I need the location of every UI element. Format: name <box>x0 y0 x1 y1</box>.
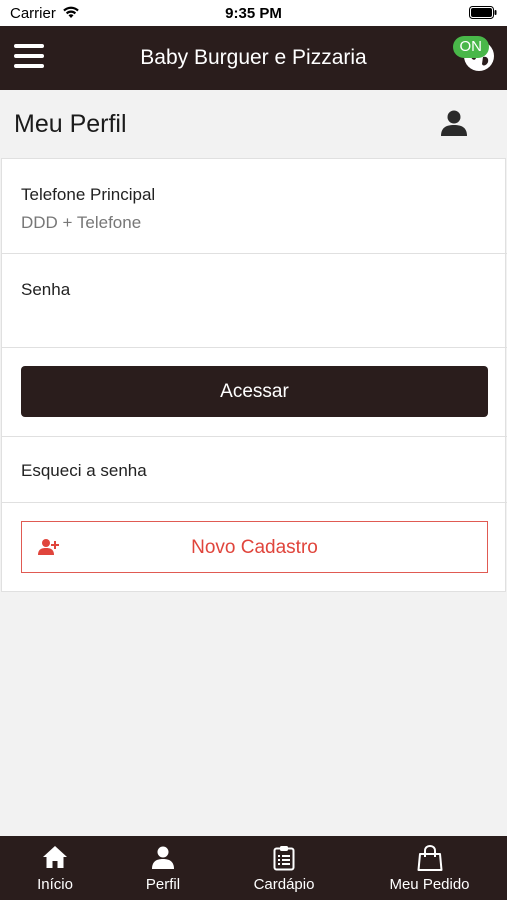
tab-bar: Início Perfil Cardápio Meu Pedido <box>0 836 507 900</box>
tab-cardapio-label: Cardápio <box>253 876 315 893</box>
tab-meu-pedido-label: Meu Pedido <box>389 876 470 893</box>
app-title: Baby Burguer e Pizzaria <box>140 46 367 69</box>
phone-field: Telefone Principal <box>2 159 507 254</box>
register-button[interactable]: Novo Cadastro <box>21 521 488 573</box>
phone-label: Telefone Principal <box>21 185 156 204</box>
tab-inicio-label: Início <box>37 876 73 893</box>
forgot-password-link[interactable]: Esqueci a senha <box>21 461 147 481</box>
app-header: Baby Burguer e Pizzaria ON <box>0 26 507 90</box>
status-bar: Carrier 9:35 PM <box>0 0 507 26</box>
user-icon <box>441 110 467 136</box>
shopping-bag-icon <box>417 845 442 871</box>
page-title: Meu Perfil <box>14 110 127 138</box>
forgot-password-row[interactable]: Esqueci a senha <box>2 437 507 503</box>
tab-perfil[interactable]: Perfil <box>110 836 216 900</box>
tab-perfil-label: Perfil <box>145 876 181 893</box>
register-button-label: Novo Cadastro <box>191 537 318 558</box>
access-section: Acessar <box>2 348 507 437</box>
clipboard-icon <box>273 846 295 871</box>
person-icon <box>152 846 174 869</box>
password-input[interactable] <box>21 304 481 332</box>
access-button[interactable]: Acessar <box>21 366 488 417</box>
phone-input[interactable] <box>21 209 481 237</box>
status-badge: ON <box>452 36 489 58</box>
tab-inicio[interactable]: Início <box>0 836 110 900</box>
battery-icon <box>469 6 497 19</box>
password-field: Senha <box>2 254 507 348</box>
password-label: Senha <box>21 280 71 299</box>
clock: 9:35 PM <box>225 5 282 22</box>
home-icon <box>43 846 67 868</box>
page-header: Meu Perfil <box>0 90 507 158</box>
tab-meu-pedido[interactable]: Meu Pedido <box>352 836 507 900</box>
tab-cardapio[interactable]: Cardápio <box>216 836 352 900</box>
login-form: Telefone Principal Senha Acessar Esqueci… <box>1 158 507 592</box>
